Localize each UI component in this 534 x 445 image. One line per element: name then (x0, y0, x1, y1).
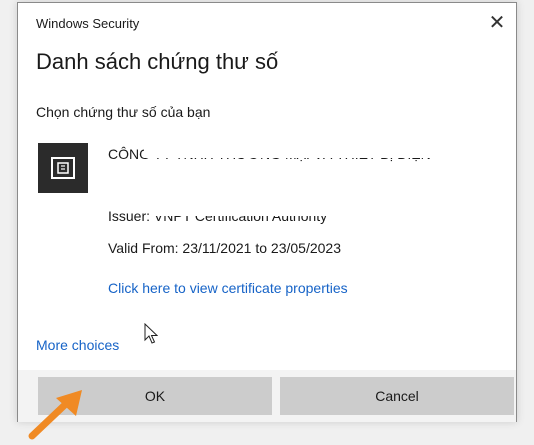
redaction-bar (106, 165, 232, 180)
title-bar: Windows Security ✕ (18, 3, 516, 37)
more-choices-link[interactable]: More choices (36, 337, 119, 353)
close-icon[interactable]: ✕ (482, 10, 512, 36)
mouse-pointer-icon (144, 323, 158, 344)
certificate-item[interactable]: CÔNG TY TNHH THƯƠNG MẠI VÀ THIẾT BỊ ĐIỆN… (36, 138, 506, 308)
issuer-label: Issuer: (108, 208, 151, 224)
dialog-footer: OK Cancel (18, 370, 516, 422)
certificate-icon (38, 143, 88, 193)
window-title: Windows Security (36, 16, 140, 31)
view-certificate-properties-link[interactable]: Click here to view certificate propertie… (108, 280, 348, 296)
windows-security-dialog: Windows Security ✕ Danh sách chứng thư s… (17, 2, 517, 422)
annotation-arrow-icon (28, 390, 82, 440)
dialog-subtitle: Chọn chứng thư số của bạn (36, 104, 211, 120)
certificate-validity: Valid From: 23/11/2021 to 23/05/2023 (108, 240, 341, 256)
cancel-button[interactable]: Cancel (280, 377, 514, 415)
redaction-bar (151, 202, 391, 216)
dialog-heading: Danh sách chứng thư số (36, 49, 279, 74)
redaction-bar (144, 140, 476, 158)
